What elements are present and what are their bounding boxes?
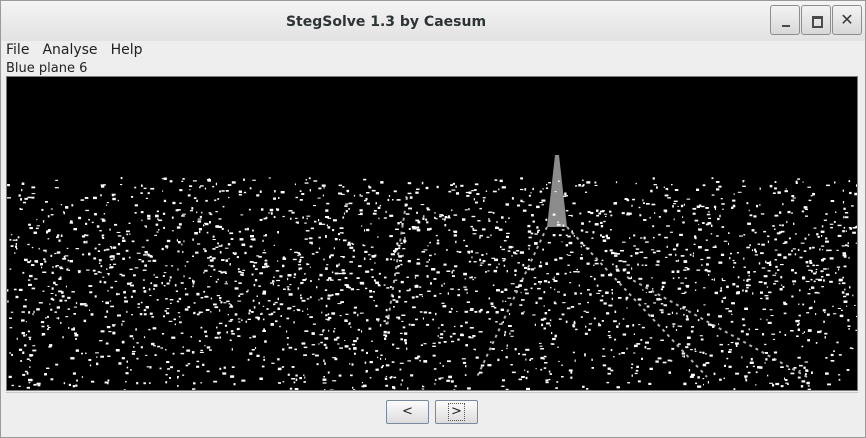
navigation-bar: < > — [6, 392, 858, 433]
previous-label: < — [402, 404, 413, 419]
image-view — [6, 76, 858, 391]
maximize-icon — [812, 16, 823, 28]
next-plane-button[interactable]: > — [435, 400, 478, 424]
menu-help[interactable]: Help — [106, 41, 148, 60]
minimize-button[interactable] — [770, 5, 800, 35]
plane-label: Blue plane 6 — [6, 61, 88, 76]
bit-plane-image — [7, 155, 857, 390]
next-label: > — [448, 403, 465, 421]
window-title: StegSolve 1.3 by Caesum — [285, 14, 487, 30]
title-bar[interactable]: StegSolve 1.3 by Caesum ✕ — [1, 1, 865, 42]
window-controls: ✕ — [770, 5, 863, 35]
close-button[interactable]: ✕ — [832, 5, 862, 35]
app-window: StegSolve 1.3 by Caesum ✕ File Analyse H… — [0, 0, 866, 438]
minimize-icon — [782, 25, 790, 27]
previous-plane-button[interactable]: < — [386, 400, 429, 424]
menu-file[interactable]: File — [1, 41, 34, 60]
maximize-button[interactable] — [801, 5, 831, 35]
close-icon: ✕ — [840, 10, 854, 29]
menu-bar: File Analyse Help — [1, 41, 865, 60]
menu-analyse[interactable]: Analyse — [37, 41, 102, 60]
